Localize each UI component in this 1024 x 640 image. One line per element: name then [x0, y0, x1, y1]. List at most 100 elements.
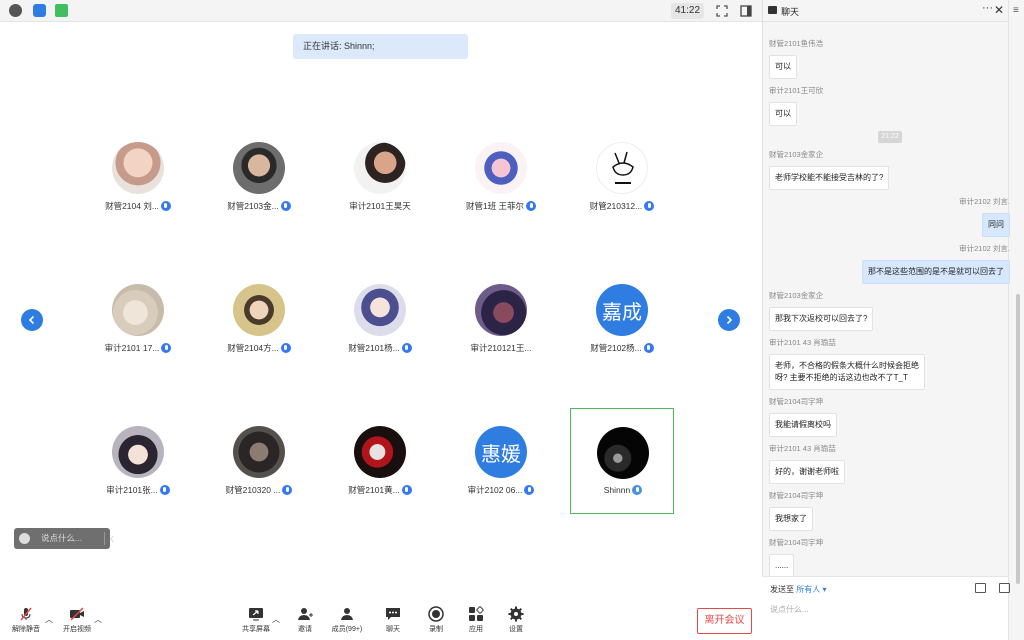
participant-tile-active-speaker[interactable]: Shinnn — [570, 408, 674, 514]
message-sender: 审计2101 43 肖瑜喆 — [769, 338, 836, 347]
emoji-icon[interactable] — [19, 533, 30, 544]
avatar — [475, 142, 527, 194]
unmute-label: 解除静音 — [12, 626, 40, 633]
participant-name: 财管2103金... — [227, 201, 279, 211]
participant-name: 财管2104 刘... — [105, 201, 159, 211]
avatar-text: 嘉成 — [596, 284, 648, 336]
participant-tile[interactable]: 惠媛 审计2102 06... — [449, 418, 553, 522]
close-icon[interactable]: ✕ — [994, 3, 1004, 17]
participant-tile[interactable]: 财管2103金... — [207, 134, 311, 238]
chat-header: 聊天 ··· ✕ — [763, 0, 1013, 22]
mic-muted-icon — [20, 607, 32, 621]
message-bubble[interactable]: 老师学校能不能接受吉林的了? — [769, 166, 890, 190]
message-bubble[interactable]: 可以 — [769, 55, 797, 79]
chat-message: 财管2101鱼伟浩 可以 — [769, 38, 823, 79]
chat-message: 审计2101 43 肖瑜喆 好的，谢谢老师啦 — [769, 443, 845, 484]
dropdown-caret-icon[interactable]: ▾ — [820, 585, 826, 594]
participant-name: 财管2104方... — [227, 343, 279, 353]
participant-name: 审计210121王... — [470, 343, 532, 353]
share-screen-icon — [249, 608, 263, 621]
participant-tile[interactable]: 财管2101杨... — [328, 276, 432, 380]
send-to-label: 发送至 — [770, 585, 794, 594]
settings-button[interactable]: 设置 — [492, 606, 540, 634]
fullscreen-icon[interactable] — [716, 5, 728, 17]
menu-icon[interactable]: ≡ — [1013, 5, 1019, 16]
participant-name: 审计2101王昊天 — [349, 201, 411, 211]
participant-tile[interactable]: 审计2101 17... — [86, 276, 190, 380]
message-sender: 财管2104司宇坤 — [769, 491, 824, 500]
add-user-icon — [298, 608, 313, 620]
members-button[interactable]: 成员(99+) — [323, 606, 371, 634]
message-sender: 审计2101王可欣 — [769, 86, 824, 95]
doodle-icon — [612, 151, 634, 184]
unmute-options-caret[interactable]: ︿ — [45, 614, 53, 625]
collapse-chevron-icon[interactable] — [109, 535, 115, 543]
shield-icon[interactable] — [33, 4, 46, 17]
message-bubble[interactable]: ...... — [769, 554, 795, 578]
avatar — [233, 284, 285, 336]
members-label: 成员(99+) — [331, 626, 363, 633]
unmute-button[interactable]: 解除静音 — [2, 606, 50, 634]
mic-icon — [643, 343, 654, 353]
next-page-button[interactable] — [718, 309, 740, 331]
message-bubble[interactable]: 可以 — [769, 102, 797, 126]
mic-icon — [526, 201, 537, 211]
chat-input[interactable]: 说点什么... — [770, 604, 809, 615]
participant-name: 审计2101 17... — [104, 343, 160, 353]
video-options-caret[interactable]: ︿ — [94, 614, 102, 625]
prev-page-button[interactable] — [21, 309, 43, 331]
screenshot-icon[interactable] — [999, 583, 1010, 593]
info-icon[interactable] — [9, 4, 22, 17]
signal-icon[interactable] — [55, 4, 68, 17]
send-to-selector[interactable]: 发送至 所有人 ▾ — [770, 584, 826, 595]
leave-meeting-button[interactable]: 离开会议 — [697, 608, 752, 634]
meeting-topbar: 41:22 — [0, 0, 762, 22]
avatar — [233, 426, 285, 478]
file-icon[interactable] — [975, 583, 986, 593]
participant-name: 财管210312... — [589, 201, 643, 211]
gear-icon — [508, 606, 524, 622]
chat-icon — [768, 6, 777, 14]
meeting-toolbar: 解除静音 ︿ 开启视频 ︿ 共享屏幕 ︿ 邀请 成员(99+) 聊天 录制 应用… — [0, 600, 762, 640]
participant-tile[interactable]: 审计210121王... — [449, 276, 553, 380]
chat-button[interactable]: 聊天 — [369, 606, 417, 634]
mic-icon — [524, 485, 535, 495]
mic-icon — [401, 485, 412, 495]
mic-icon — [160, 201, 171, 211]
participant-tile[interactable]: 财管210320 ... — [207, 418, 311, 522]
message-bubble[interactable]: 好的，谢谢老师啦 — [769, 460, 845, 484]
share-screen-label: 共享屏幕 — [242, 626, 270, 633]
invite-button[interactable]: 邀请 — [281, 606, 329, 634]
invite-label: 邀请 — [298, 626, 312, 633]
mic-icon — [159, 485, 170, 495]
participant-tile[interactable]: 嘉成 财管2102杨... — [570, 276, 674, 380]
participant-tile[interactable]: 审计2101张... — [86, 418, 190, 522]
chat-scrollbar[interactable] — [1016, 294, 1020, 584]
message-sender: 财管2103金家企 — [769, 291, 824, 300]
members-icon — [341, 608, 353, 620]
participant-tile[interactable]: 财管1班 王菲尔 — [449, 134, 553, 238]
layout-toggle-icon[interactable] — [740, 5, 752, 17]
mic-icon — [161, 343, 172, 353]
message-bubble[interactable]: 那不是这些范围的是不是就可以回去了 — [862, 260, 1010, 284]
message-bubble[interactable]: 我能请假离校吗 — [769, 413, 837, 437]
more-icon[interactable]: ··· — [982, 2, 993, 14]
message-sender: 财管2103金家企 — [769, 150, 824, 159]
share-options-caret[interactable]: ︿ — [272, 614, 280, 625]
send-to-target[interactable]: 所有人 — [796, 585, 820, 594]
participant-tile[interactable]: 财管2101黄... — [328, 418, 432, 522]
participant-tile[interactable]: 审计2101王昊天 — [328, 134, 432, 238]
chat-message-own: 审计2102 刘言. 那不是这些范围的是不是就可以回去了 — [862, 243, 1010, 284]
message-bubble[interactable]: 同问 — [982, 213, 1010, 237]
participant-tile[interactable]: 财管2104 刘... — [86, 134, 190, 238]
participant-tile[interactable]: 财管2104方... — [207, 276, 311, 380]
quick-chat-placeholder: 说点什么... — [41, 533, 83, 543]
message-bubble[interactable]: 我想家了 — [769, 507, 813, 531]
quick-chat-input[interactable]: 说点什么... — [14, 528, 114, 549]
mic-icon — [282, 485, 293, 495]
message-bubble[interactable]: 那我下次返校可以回去了? — [769, 307, 874, 331]
participant-tile[interactable]: 财管210312... — [570, 134, 674, 238]
chat-message-own: 审计2102 刘言. 同问 — [959, 196, 1010, 237]
mic-speaking-icon — [632, 485, 643, 495]
message-bubble[interactable]: 老师，不合格的假条大概什么时候会拒绝 呀? 主要不拒绝的话这边也改不了T_T — [769, 354, 925, 390]
